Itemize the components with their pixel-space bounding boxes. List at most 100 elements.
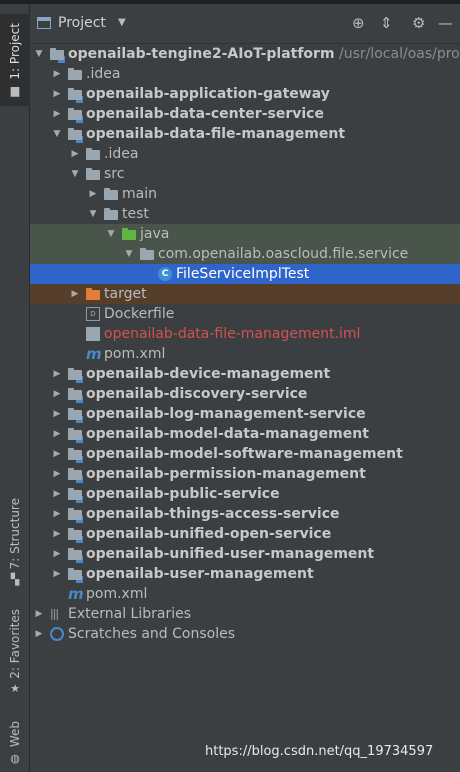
tree-row[interactable]: ▶ main bbox=[30, 184, 460, 204]
tree-row[interactable]: C FileServiceImplTest bbox=[30, 264, 460, 284]
tree-item-label: openailab-model-software-management bbox=[86, 444, 403, 464]
tree-item-name: Scratches and Consoles bbox=[68, 626, 235, 642]
tree-row[interactable]: ▼ src bbox=[30, 164, 460, 184]
expanded-arrow-icon[interactable]: ▼ bbox=[106, 224, 116, 244]
tree-row[interactable]: ▼ java bbox=[30, 224, 460, 244]
tree-row[interactable]: ▶ openailab-permission-management bbox=[30, 464, 460, 484]
tree-row[interactable]: D Dockerfile bbox=[30, 304, 460, 324]
favorites-tool-tab[interactable]: 2: Favorites ★ bbox=[0, 604, 30, 700]
tree-row[interactable]: openailab-data-file-management.iml bbox=[30, 324, 460, 344]
collapsed-arrow-icon[interactable]: ▶ bbox=[52, 504, 62, 524]
module-folder-icon bbox=[68, 387, 84, 404]
collapsed-arrow-icon[interactable]: ▶ bbox=[52, 424, 62, 444]
locate-file-icon[interactable]: ⊕ bbox=[352, 14, 365, 32]
tree-row[interactable]: ▶ openailab-application-gateway bbox=[30, 84, 460, 104]
tree-row[interactable]: ▶ openailab-public-service bbox=[30, 484, 460, 504]
expanded-arrow-icon[interactable]: ▼ bbox=[70, 164, 80, 184]
favorites-tab-label: 2: Favorites bbox=[8, 608, 22, 679]
tree-row[interactable]: ▶ openailab-user-management bbox=[30, 564, 460, 584]
tree-row[interactable]: ▶ openailab-unified-open-service bbox=[30, 524, 460, 544]
collapsed-arrow-icon[interactable]: ▶ bbox=[52, 464, 62, 484]
tree-row[interactable]: ▶ openailab-things-access-service bbox=[30, 504, 460, 524]
collapsed-arrow-icon[interactable]: ▶ bbox=[52, 544, 62, 564]
tree-row[interactable]: ▼ test bbox=[30, 204, 460, 224]
package-icon bbox=[140, 247, 154, 261]
module-folder-icon bbox=[68, 367, 84, 384]
tree-row[interactable]: ▼ openailab-data-file-management bbox=[30, 124, 460, 144]
tree-row[interactable]: ▶ target bbox=[30, 284, 460, 304]
structure-tool-tab[interactable]: 7: Structure ▚ bbox=[0, 494, 30, 590]
expanded-arrow-icon[interactable]: ▼ bbox=[34, 44, 44, 64]
tree-row[interactable]: ▶ openailab-log-management-service bbox=[30, 404, 460, 424]
module-badge-icon bbox=[75, 535, 84, 544]
collapsed-arrow-icon[interactable]: ▶ bbox=[52, 364, 62, 384]
tree-item-label: openailab-unified-user-management bbox=[86, 544, 374, 564]
collapsed-arrow-icon[interactable]: ▶ bbox=[52, 104, 62, 124]
expanded-arrow-icon[interactable]: ▼ bbox=[52, 124, 62, 144]
collapsed-arrow-icon[interactable]: ▶ bbox=[52, 564, 62, 584]
collapsed-arrow-icon[interactable]: ▶ bbox=[52, 384, 62, 404]
tree-item-label: openailab-tengine2-AIoT-platform /usr/lo… bbox=[68, 44, 460, 64]
tree-row[interactable]: ▶ openailab-unified-user-management bbox=[30, 544, 460, 564]
collapsed-arrow-icon[interactable]: ▶ bbox=[70, 284, 80, 304]
tree-item-name: External Libraries bbox=[68, 606, 191, 622]
tree-item-label: Dockerfile bbox=[104, 304, 174, 324]
tree-item-name: main bbox=[122, 186, 157, 202]
expanded-arrow-icon[interactable]: ▼ bbox=[88, 204, 98, 224]
project-tool-tab[interactable]: 1: Project ▆ bbox=[0, 14, 30, 106]
module-badge-icon bbox=[75, 435, 84, 444]
tree-item-label: openailab-user-management bbox=[86, 564, 314, 584]
hide-panel-icon[interactable]: — bbox=[438, 14, 453, 32]
module-folder-icon bbox=[68, 427, 84, 444]
project-tab-label: 1: Project bbox=[8, 23, 22, 80]
module-folder-icon bbox=[68, 507, 84, 524]
left-tool-window-strip: 1: Project ▆ 7: Structure ▚ 2: Favorites… bbox=[0, 4, 30, 772]
tree-row[interactable]: ▼ openailab-tengine2-AIoT-platform /usr/l… bbox=[30, 44, 460, 64]
module-folder-icon bbox=[68, 547, 84, 564]
collapsed-arrow-icon[interactable]: ▶ bbox=[52, 524, 62, 544]
tree-item-name: openailab-unified-open-service bbox=[86, 526, 332, 542]
structure-icon: ▚ bbox=[10, 573, 20, 587]
web-tool-tab[interactable]: Web ◍ bbox=[0, 714, 30, 772]
collapsed-arrow-icon[interactable]: ▶ bbox=[52, 404, 62, 424]
tree-row[interactable]: ▼ com.openailab.oascloud.file.service bbox=[30, 244, 460, 264]
collapsed-arrow-icon[interactable]: ▶ bbox=[88, 184, 98, 204]
tree-row[interactable]: ▶ openailab-device-management bbox=[30, 364, 460, 384]
chevron-down-icon[interactable]: ▼ bbox=[118, 17, 126, 28]
tree-item-name: openailab-device-management bbox=[86, 366, 331, 382]
tree-item-label: src bbox=[104, 164, 124, 184]
tree-item-name: com.openailab.oascloud.file.service bbox=[158, 246, 409, 262]
tree-row[interactable]: m pom.xml bbox=[30, 584, 460, 604]
collapsed-arrow-icon[interactable]: ▶ bbox=[70, 144, 80, 164]
tree-row[interactable]: ▶ openailab-model-software-management bbox=[30, 444, 460, 464]
expanded-arrow-icon[interactable]: ▼ bbox=[124, 244, 134, 264]
module-badge-icon bbox=[75, 515, 84, 524]
tree-row[interactable]: ▶ ||| External Libraries bbox=[30, 604, 460, 624]
tree-item-name: test bbox=[122, 206, 149, 222]
tree-row[interactable]: ▶ .idea bbox=[30, 64, 460, 84]
collapsed-arrow-icon[interactable]: ▶ bbox=[34, 624, 44, 644]
collapsed-arrow-icon[interactable]: ▶ bbox=[52, 64, 62, 84]
structure-tab-label: 7: Structure bbox=[8, 497, 22, 570]
tree-row[interactable]: ▶ openailab-discovery-service bbox=[30, 384, 460, 404]
collapsed-arrow-icon[interactable]: ▶ bbox=[52, 444, 62, 464]
project-view-selector[interactable]: Project bbox=[58, 15, 106, 31]
tree-item-label: openailab-device-management bbox=[86, 364, 330, 384]
tree-item-label: openailab-discovery-service bbox=[86, 384, 307, 404]
collapsed-arrow-icon[interactable]: ▶ bbox=[34, 604, 44, 624]
tree-row[interactable]: ▶ .idea bbox=[30, 144, 460, 164]
tree-row[interactable]: ▶ Scratches and Consoles bbox=[30, 624, 460, 644]
tree-item-name: openailab-model-data-management bbox=[86, 426, 369, 442]
tree-row[interactable]: m pom.xml bbox=[30, 344, 460, 364]
gear-icon[interactable]: ⚙ bbox=[412, 14, 425, 32]
tree-row[interactable]: ▶ openailab-model-data-management bbox=[30, 424, 460, 444]
module-badge-icon bbox=[75, 95, 84, 104]
module-folder-icon bbox=[68, 527, 84, 544]
collapse-all-icon[interactable]: ⇕ bbox=[380, 14, 393, 32]
tree-row[interactable]: ▶ openailab-data-center-service bbox=[30, 104, 460, 124]
module-badge-icon bbox=[75, 375, 84, 384]
package-dot-icon bbox=[144, 253, 149, 258]
tree-item-label: .idea bbox=[104, 144, 138, 164]
collapsed-arrow-icon[interactable]: ▶ bbox=[52, 84, 62, 104]
collapsed-arrow-icon[interactable]: ▶ bbox=[52, 484, 62, 504]
